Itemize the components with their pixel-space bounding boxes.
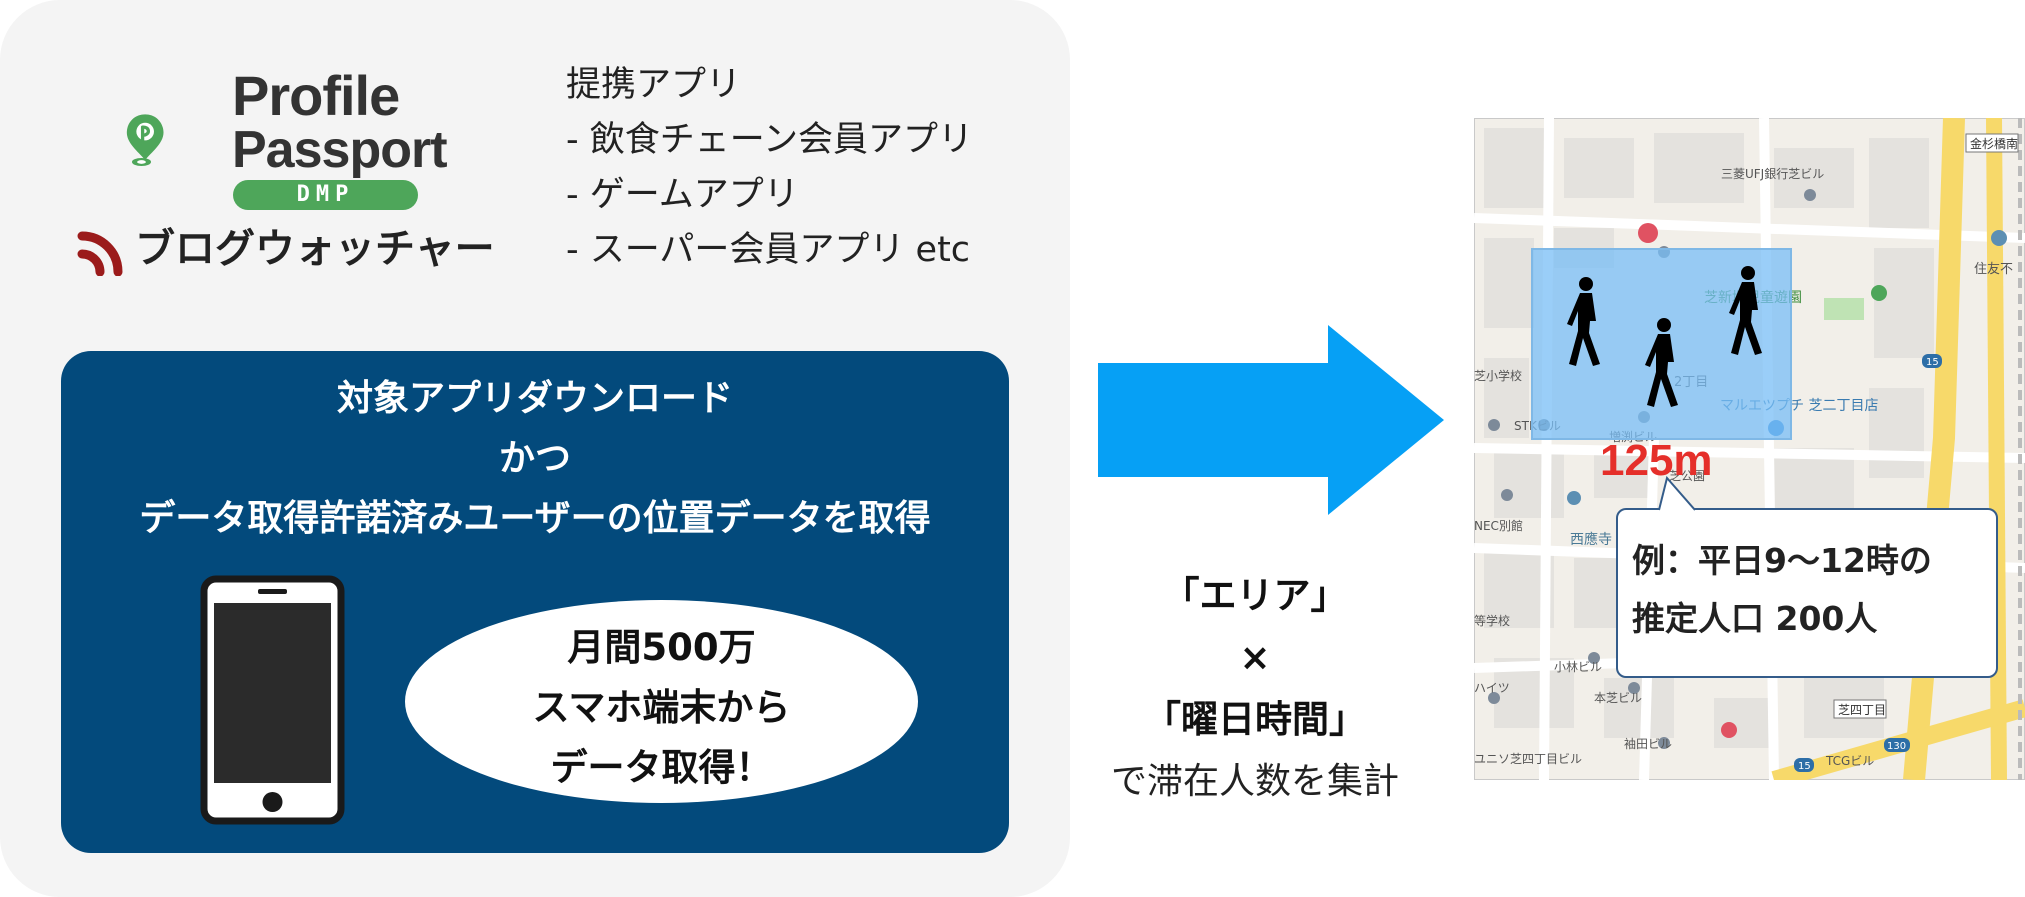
- partner-app-item: - 飲食チェーン会員アプリ: [566, 120, 974, 160]
- map-label: 芝小学校: [1474, 368, 1522, 383]
- blogwatcher-signal-icon: [77, 231, 123, 276]
- caption-area: 「エリア」: [1162, 574, 1348, 617]
- right-arrow-icon: [1098, 325, 1444, 515]
- bubble-line: スマホ端末から: [532, 686, 791, 729]
- caption-times: ×: [1239, 636, 1271, 679]
- profile-passport-logo-line1: Profile: [232, 64, 400, 127]
- map-label: 住友不: [1974, 261, 2013, 277]
- bubble-line: 月間500万: [567, 626, 756, 669]
- map-label: 15: [1798, 761, 1811, 772]
- callout-line: 推定人口 200人: [1632, 599, 1878, 638]
- callout-line: 例：平日9〜12時の: [1632, 541, 1932, 580]
- pedestrian-icon: [1645, 318, 1678, 407]
- profile-passport-pin-icon: [126, 114, 164, 167]
- map-label: TCGビル: [1825, 754, 1874, 768]
- caption-aggregate: で滞在人数を集計: [1110, 761, 1399, 802]
- partner-app-item: - スーパー会員アプリ etc: [566, 230, 971, 270]
- map-label: 130: [1887, 741, 1906, 752]
- map-label: 西應寺: [1570, 531, 1612, 548]
- map-label: ユニソ芝四丁目ビル: [1474, 751, 1582, 766]
- data-box-line3: データ取得許諾済みユーザーの位置データを取得: [139, 498, 931, 539]
- map-label: 本芝ビル: [1594, 690, 1642, 705]
- blogwatcher-logo-text: ブログウォッチャー: [135, 226, 495, 272]
- callout-tail: [1658, 476, 1696, 511]
- smartphone-icon: [200, 575, 345, 825]
- monthly-devices-bubble: 月間500万 スマホ端末から データ取得！: [405, 600, 918, 803]
- partner-apps-heading: 提携アプリ: [566, 65, 742, 105]
- caption-daytime: 「曜日時間」: [1144, 698, 1366, 741]
- map-label: 等学校: [1474, 613, 1510, 628]
- map-label: 15: [1926, 357, 1939, 368]
- pedestrian-icon: [1729, 266, 1762, 355]
- map-label: 金杉橋南: [1970, 136, 2018, 151]
- map-label: 芝四丁目: [1838, 702, 1886, 717]
- estimate-callout-text: 例：平日9〜12時の 推定人口 200人: [1632, 532, 1932, 648]
- profile-passport-logo-line2: Passport: [232, 121, 448, 179]
- partner-apps-list: 提携アプリ - 飲食チェーン会員アプリ - ゲームアプリ - スーパー会員アプリ…: [566, 58, 973, 278]
- data-box-line2: かつ: [498, 438, 571, 479]
- dmp-badge: DMP: [233, 180, 418, 210]
- partner-app-item: - ゲームアプリ: [566, 175, 799, 215]
- pedestrian-icon: [1567, 277, 1600, 366]
- aggregation-caption: 「エリア」 × 「曜日時間」 で滞在人数を集計: [1080, 565, 1430, 813]
- map-label: 三菱UFJ銀行芝ビル: [1721, 166, 1824, 181]
- map-label: 袖田ビル: [1624, 736, 1672, 751]
- area-map: 三菱UFJ銀行芝ビル 芝小学校 STKビル NEC別館 等学校 小林ビル 本芝ビ…: [1474, 118, 2025, 780]
- data-box-line1: 対象アプリダウンロード: [336, 378, 733, 419]
- map-label: 小林ビル: [1554, 660, 1602, 674]
- bubble-line: データ取得！: [550, 746, 773, 789]
- map-label: ハイツ: [1474, 681, 1510, 695]
- map-label: NEC別館: [1474, 518, 1523, 533]
